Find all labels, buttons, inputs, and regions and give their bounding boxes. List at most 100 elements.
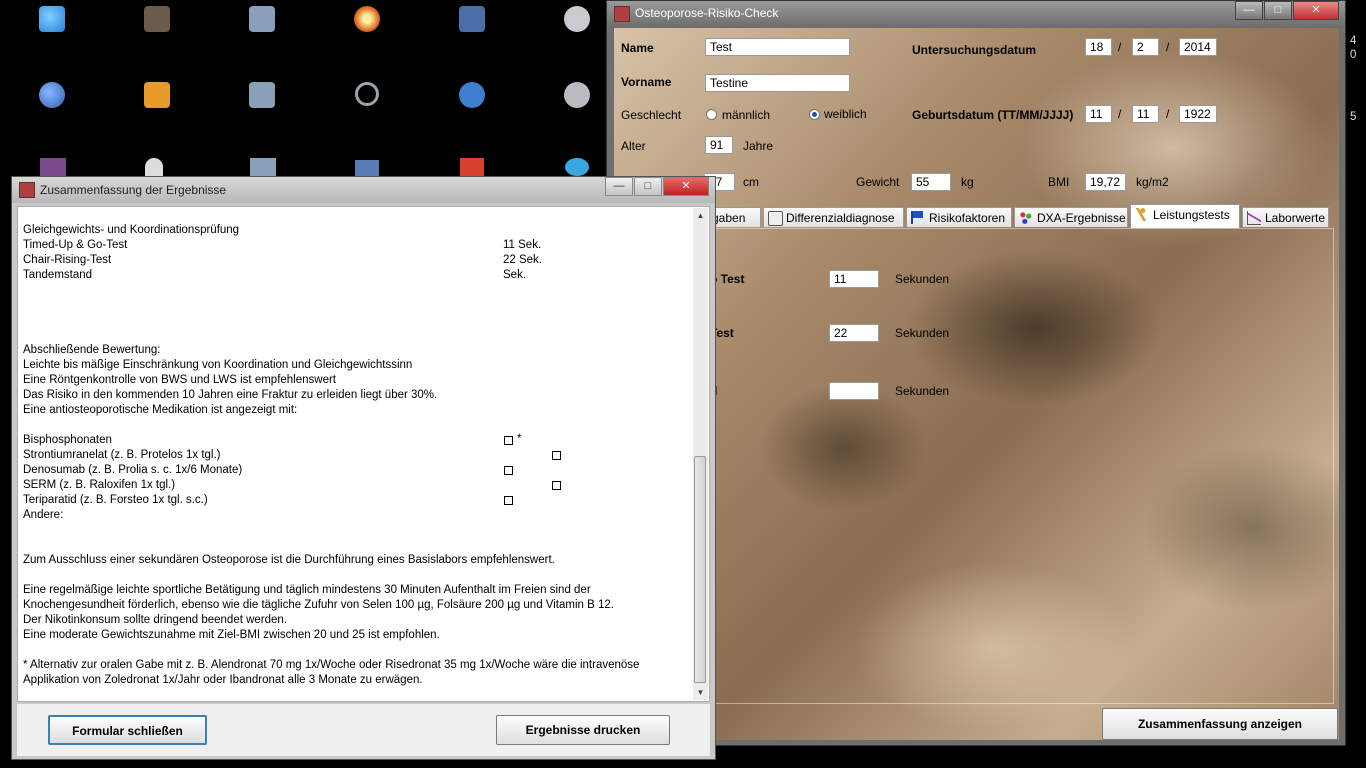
chair-rising-field[interactable]: 22 xyxy=(829,324,879,342)
formular-schliessen-button[interactable]: Formular schließen xyxy=(48,715,207,745)
desktop-icon-linguatec[interactable]: linguatec Voice Reader xyxy=(422,6,522,65)
radio-female-label[interactable]: weiblich xyxy=(824,107,867,121)
desktop-icon-internet-explorer[interactable]: Internet Explorer (64 Bit) xyxy=(2,6,102,65)
desktop-icon-label: ArkCamera xyxy=(527,112,588,126)
scroll-down-icon[interactable]: ▼ xyxy=(693,685,708,700)
alter-unit: Jahre xyxy=(743,139,774,153)
desktop-icon-label: Adobe Digital Editions xyxy=(121,36,193,65)
tab-dxa-ergebnisse[interactable]: DXA-Ergebnisse xyxy=(1014,207,1128,227)
desktop-icon-thunderbird[interactable]: Mozilla Thunderbird xyxy=(2,82,102,141)
network-folder-icon xyxy=(249,6,275,32)
tab-leistungstests[interactable]: Leistungstests xyxy=(1130,204,1240,228)
desktop-icon-foxit[interactable]: Foxit Reader xyxy=(107,82,207,126)
maximize-button[interactable]: □ xyxy=(1264,1,1292,20)
network-nodes-icon xyxy=(1019,211,1032,224)
minimize-button[interactable]: — xyxy=(1235,1,1263,20)
alter-field[interactable]: 91 xyxy=(705,136,733,154)
partial-icon xyxy=(355,160,379,176)
desktop-icon-label: Internet Explorer (64 Bit) xyxy=(7,36,97,65)
recommendation-line: Eine moderate Gewichtszunahme mit Ziel-B… xyxy=(23,629,440,641)
desktop-icon-tv-browser[interactable]: TV-Browser xyxy=(422,82,522,126)
main-window: Osteoporose-Risiko-Check — □ ✕ Name Test… xyxy=(606,0,1346,746)
zusammenfassung-anzeigen-button[interactable]: Zusammenfassung anzeigen xyxy=(1102,708,1338,740)
desktop-icon-navigate-stora[interactable]: Navigate to My Stora (www) xyxy=(212,6,312,65)
medication-name: SERM (z. B. Raloxifen 1x tgl.) xyxy=(23,479,176,491)
ergebnisse-drucken-button[interactable]: Ergebnisse drucken xyxy=(496,715,670,745)
network-folder-icon xyxy=(249,82,275,108)
tandemstand-field[interactable] xyxy=(829,382,879,400)
geburt-year-field[interactable]: 1922 xyxy=(1179,105,1217,123)
vertical-scrollbar[interactable]: ▲ ▼ xyxy=(693,208,708,700)
alter-label: Alter xyxy=(621,139,646,153)
vorname-field[interactable]: Testine xyxy=(705,74,850,92)
main-title-bar[interactable]: Osteoporose-Risiko-Check — □ ✕ xyxy=(607,1,1345,27)
date-separator: / xyxy=(1118,40,1122,54)
bmi-unit: kg/m2 xyxy=(1136,175,1169,189)
radio-female[interactable] xyxy=(809,109,820,120)
desktop-edge: 4 0 5 xyxy=(1346,0,1366,768)
bmi-field[interactable]: 19,72 xyxy=(1085,173,1126,191)
untersuchung-month-field[interactable]: 2 xyxy=(1132,38,1159,56)
desktop-icon-label: Navigate to My Stora (www) xyxy=(221,36,303,65)
basislabor-note: Zum Ausschluss einer sekundären Osteopor… xyxy=(23,554,555,566)
webcam-icon xyxy=(564,6,590,32)
desktop-icon-adobe-digital-editions[interactable]: Adobe Digital Editions xyxy=(107,6,207,65)
giocco-icon xyxy=(354,6,380,32)
tab-differenzialdiagnose[interactable]: Differenzialdiagnose xyxy=(763,207,904,227)
untersuchung-day-field[interactable]: 18 xyxy=(1085,38,1112,56)
tab-label: Risikofaktoren xyxy=(929,211,1006,225)
geburt-month-field[interactable]: 11 xyxy=(1132,105,1159,123)
geschlecht-label: Geschlecht xyxy=(621,108,682,122)
desktop-icon-label: TV-Browser xyxy=(422,112,485,126)
scroll-thumb[interactable] xyxy=(694,456,706,683)
tab-laborwerte[interactable]: Laborwerte xyxy=(1242,207,1329,227)
app-icon xyxy=(614,6,630,22)
running-person-icon xyxy=(1135,208,1148,221)
name-field[interactable]: Test xyxy=(705,38,850,56)
voice-reader-icon xyxy=(459,6,485,32)
date-separator: / xyxy=(1118,107,1122,121)
tab-label: gaben xyxy=(712,211,746,225)
radio-male-label[interactable]: männlich xyxy=(722,108,770,122)
recommendation-line: Der Nikotinkonsum sollte dringend beende… xyxy=(23,614,288,626)
radio-male[interactable] xyxy=(706,109,717,120)
magnifier-icon xyxy=(355,82,379,106)
desktop-icon-sicherheit[interactable]: Sicherheit xyxy=(317,82,417,124)
summary-title-bar[interactable]: Zusammenfassung der Ergebnisse — □ ✕ xyxy=(12,177,715,203)
desktop-icon-stora-ordner[interactable]: Durchsuchen der Stora-Ordner xyxy=(212,82,312,141)
tv-browser-icon xyxy=(459,82,485,108)
thunderbird-icon xyxy=(39,82,65,108)
tug-test-field[interactable]: 11 xyxy=(829,270,879,288)
maximize-button[interactable]: □ xyxy=(634,177,662,196)
close-button[interactable]: ✕ xyxy=(663,177,709,196)
scroll-up-icon[interactable]: ▲ xyxy=(693,208,708,223)
summary-text-area[interactable]: Gleichgewichts- und Koordinationsprüfung… xyxy=(17,206,710,702)
minimize-button[interactable]: — xyxy=(605,177,633,196)
medication-name: Andere: xyxy=(23,509,64,521)
chair-rising-unit: Sekunden xyxy=(895,326,950,340)
edge-text: 4 xyxy=(1350,35,1357,47)
medication-name: Bisphosphonaten xyxy=(23,434,112,446)
medication-mark: * xyxy=(517,433,522,445)
medication-checkbox xyxy=(504,466,513,475)
desktop-icon-label: Durchsuchen der Stora-Ordner xyxy=(216,112,308,141)
tab-risikofaktoren[interactable]: Risikofaktoren xyxy=(906,207,1012,227)
desktop-icon-label: Mozilla Thunderbird xyxy=(19,112,85,141)
untersuchung-year-field[interactable]: 2014 xyxy=(1179,38,1217,56)
medication-name: Strontiumranelat (z. B. Protelos 1x tgl.… xyxy=(23,449,221,461)
summary-footer: Formular schließen Ergebnisse drucken xyxy=(17,704,710,756)
recommendation-line: Eine regelmäßige leichte sportliche Betä… xyxy=(23,584,591,596)
geburt-day-field[interactable]: 11 xyxy=(1085,105,1112,123)
desktop-icon-giocco[interactable]: Giocco xyxy=(317,6,417,50)
gewicht-field[interactable]: 55 xyxy=(911,173,951,191)
magnifier-document-icon xyxy=(768,211,783,226)
close-button[interactable]: ✕ xyxy=(1293,1,1339,20)
bmi-label: BMI xyxy=(1048,175,1070,189)
foxit-reader-icon xyxy=(144,82,170,108)
tab-label: Leistungstests xyxy=(1153,208,1230,222)
medication-checkbox xyxy=(504,496,513,505)
window-title: Zusammenfassung der Ergebnisse xyxy=(40,183,227,197)
assessment-line: Eine antiosteoporotische Medikation ist … xyxy=(23,404,298,416)
app-icon xyxy=(19,182,35,198)
tab-label: Laborwerte xyxy=(1265,211,1326,225)
